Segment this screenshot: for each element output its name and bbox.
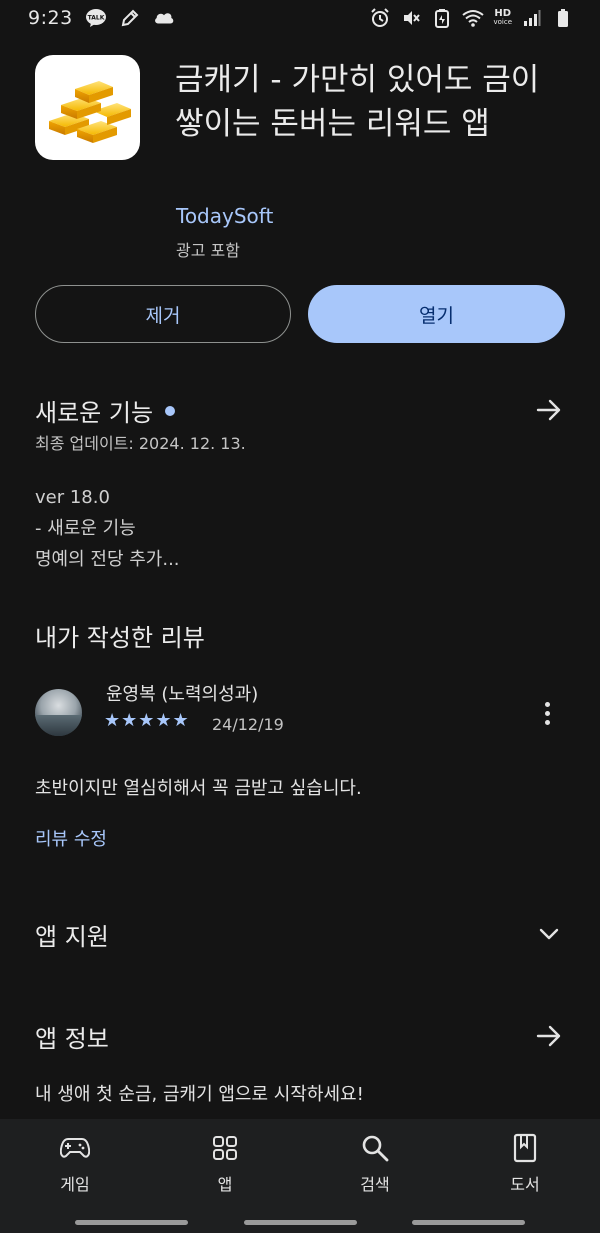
arrow-right-icon[interactable]	[533, 394, 565, 426]
nav-item-games[interactable]: 게임	[25, 1131, 125, 1195]
contains-ads-label: 광고 포함	[176, 241, 240, 260]
review-text: 초반이지만 열심히해서 꼭 금받고 싶습니다.	[35, 778, 362, 799]
pencil-icon	[119, 7, 141, 29]
star-rating-stars: ★★★★★	[104, 710, 190, 731]
battery-icon	[552, 7, 574, 29]
nav-item-search[interactable]: 검색	[325, 1131, 425, 1195]
gesture-handle	[75, 1220, 188, 1225]
gesture-handle[interactable]	[244, 1220, 357, 1225]
bottom-nav: 게임 앱 검색 도서	[0, 1119, 600, 1233]
open-button-label: 열기	[419, 304, 454, 327]
remove-button-label: 제거	[145, 304, 181, 327]
hd-voice-icon: HD voice	[493, 9, 512, 27]
open-button[interactable]: 열기	[308, 285, 565, 343]
status-right: HD voice	[369, 7, 574, 29]
app-support-title: 앱 지원	[35, 922, 109, 951]
signal-icon	[521, 7, 543, 29]
action-buttons: 제거 열기	[35, 285, 565, 343]
release-note-line: 명예의 전당 추가...	[35, 549, 180, 570]
star-rating: ★★★★★	[104, 711, 190, 731]
release-note-line: ver 18.0	[35, 487, 110, 508]
alarm-icon	[369, 7, 391, 29]
status-bar: 9:23 TALK HD voice	[0, 0, 600, 36]
app-description: 내 생애 첫 순금, 금캐기 앱으로 시작하세요!	[35, 1084, 364, 1105]
nav-label: 검색	[360, 1175, 390, 1194]
whats-new-header[interactable]: 새로운 기능	[35, 392, 565, 428]
battery-saver-icon	[431, 7, 453, 29]
app-title: 금캐기 - 가만히 있어도 금이 쌓이는 돈버는 리워드 앱	[175, 62, 540, 142]
whats-new-title: 새로운 기능	[35, 398, 154, 427]
developer-link[interactable]: TodaySoft	[176, 204, 273, 228]
arrow-right-icon[interactable]	[533, 1020, 565, 1052]
cloud-icon	[153, 7, 175, 29]
my-review-title: 내가 작성한 리뷰	[35, 624, 205, 652]
chevron-down-icon[interactable]	[533, 918, 565, 950]
release-notes: ver 18.0 - 새로운 기능 명예의 전당 추가...	[35, 482, 180, 575]
new-indicator-dot	[165, 406, 176, 416]
gold-bars-icon	[35, 55, 140, 160]
review-date: 24/12/19	[212, 715, 284, 734]
app-header: 금캐기 - 가만히 있어도 금이 쌓이는 돈버는 리워드 앱 TodaySoft…	[0, 52, 600, 262]
nav-label: 앱	[217, 1175, 233, 1194]
wifi-icon	[462, 7, 485, 29]
nav-label: 게임	[60, 1175, 90, 1194]
status-time: 9:23	[28, 7, 73, 29]
nav-label: 도서	[510, 1175, 540, 1194]
app-info-title: 앱 정보	[35, 1024, 109, 1053]
app-support-header[interactable]: 앱 지원	[35, 916, 565, 952]
avatar	[35, 689, 82, 736]
app-info-header[interactable]: 앱 정보	[35, 1018, 565, 1054]
hd-voice-bottom: voice	[493, 18, 512, 26]
release-note-line: - 새로운 기능	[35, 518, 136, 539]
apps-grid-icon	[175, 1131, 275, 1165]
gesture-handle	[412, 1220, 525, 1225]
nav-item-apps[interactable]: 앱	[175, 1131, 275, 1195]
more-options-icon[interactable]	[535, 697, 559, 729]
status-left: 9:23 TALK	[28, 7, 175, 29]
hd-voice-top: HD	[494, 8, 512, 19]
gamepad-icon	[25, 1131, 125, 1165]
search-icon	[325, 1131, 425, 1165]
edit-review-link[interactable]: 리뷰 수정	[35, 825, 107, 851]
book-icon	[475, 1131, 575, 1165]
nav-item-books[interactable]: 도서	[475, 1131, 575, 1195]
remove-button[interactable]: 제거	[35, 285, 291, 343]
last-updated: 최종 업데이트: 2024. 12. 13.	[35, 434, 246, 453]
mute-icon	[400, 7, 422, 29]
kakaotalk-icon: TALK	[85, 7, 107, 29]
svg-text:TALK: TALK	[87, 15, 104, 22]
reviewer-name: 윤영복 (노력의성과)	[106, 684, 259, 705]
